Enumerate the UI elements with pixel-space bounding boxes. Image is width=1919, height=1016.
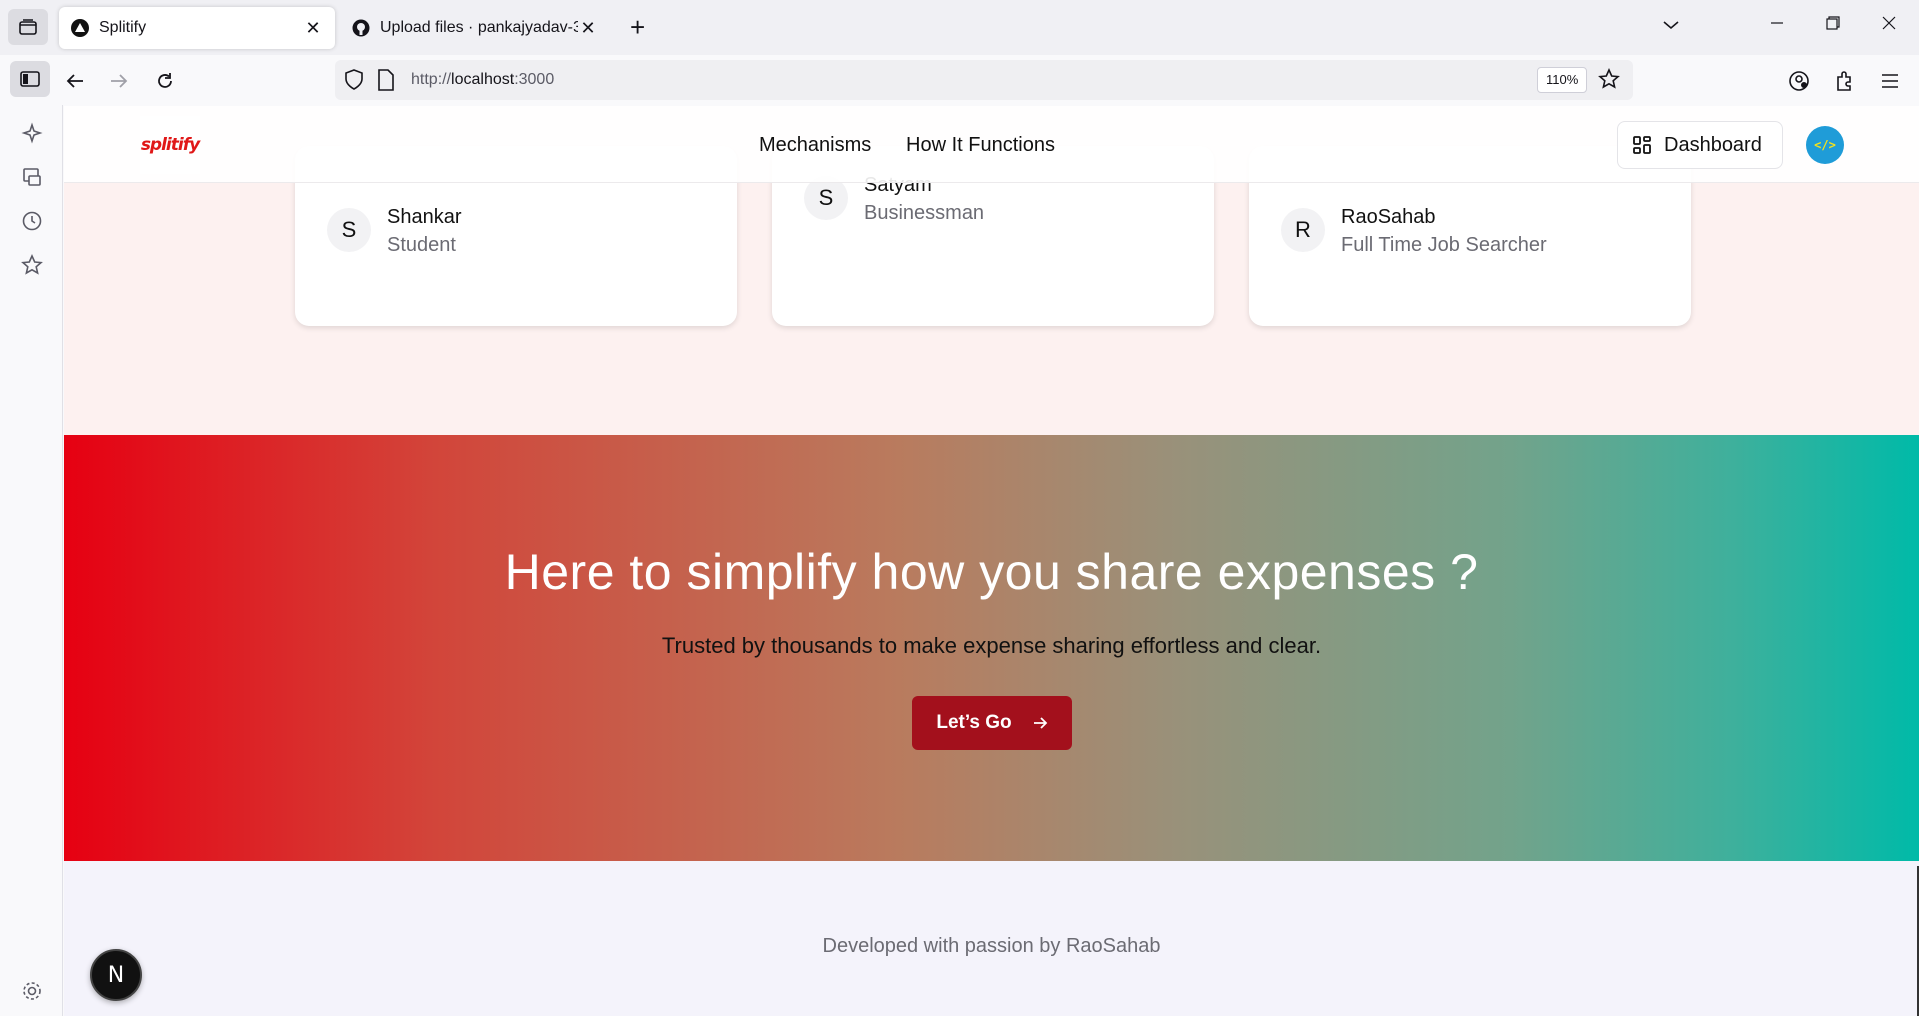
back-arrow-icon[interactable] [63, 69, 87, 93]
hero-title: Here to simplify how you share expenses … [504, 544, 1479, 600]
testimonial-role: Student [387, 234, 456, 256]
arrow-right-icon [1033, 717, 1047, 729]
close-window-icon[interactable] [1882, 14, 1896, 35]
page-icon[interactable] [377, 69, 395, 91]
url-port: :3000 [514, 71, 555, 88]
site-header: splitify Mechanisms How It Functions Das… [64, 106, 1919, 183]
reload-icon[interactable] [153, 69, 177, 93]
history-clock-icon[interactable] [20, 209, 44, 233]
blurred-background-text [1274, 114, 1674, 174]
nav-link-mechanisms[interactable]: Mechanisms [759, 134, 871, 157]
forward-arrow-icon[interactable] [107, 69, 131, 93]
dashboard-label: Dashboard [1664, 133, 1762, 156]
shield-icon[interactable] [343, 68, 365, 92]
close-tab-icon[interactable]: ✕ [303, 18, 323, 39]
logo-text: splitify [140, 135, 200, 155]
tab-bar: Splitify ✕ Upload files · pankajyadav-30… [0, 0, 1919, 55]
hero-subtitle: Trusted by thousands to make expense sha… [661, 633, 1322, 658]
extensions-puzzle-icon[interactable] [1833, 69, 1857, 93]
avatar: S [327, 208, 371, 252]
blurred-background-text [320, 114, 720, 174]
ai-sparkle-icon[interactable] [20, 121, 44, 145]
browser-sidebar [0, 105, 63, 1016]
tab-title: Upload files · pankajyadav-30/Splitify [380, 19, 578, 36]
sidebar-toggle-button[interactable] [10, 61, 50, 97]
splitify-favicon-icon [71, 19, 89, 37]
testimonial-name: RaoSahab [1341, 206, 1436, 228]
user-avatar[interactable]: </> [1806, 126, 1844, 164]
synced-tabs-icon[interactable] [20, 165, 44, 189]
url-text[interactable]: http://localhost:3000 [411, 71, 554, 89]
zoom-level-badge[interactable]: 110% [1537, 67, 1588, 93]
bookmark-star-icon[interactable] [1598, 68, 1620, 90]
testimonial-name: Shankar [387, 206, 462, 228]
web-page: S Shankar Student S Satyam Businessman R… [64, 106, 1919, 1016]
footer-credit: Developed with passion by RaoSahab [822, 935, 1161, 957]
splitify-logo[interactable]: splitify [140, 116, 200, 174]
restore-icon[interactable] [1826, 14, 1840, 35]
url-host: localhost [451, 71, 515, 88]
tab-github-upload[interactable]: Upload files · pankajyadav-30/Splitify ✕ [340, 7, 610, 49]
site-footer: N Developed with passion by RaoSahab [64, 861, 1919, 1016]
lets-go-button[interactable]: Let’s Go [912, 696, 1072, 750]
lets-go-label: Let’s Go [936, 712, 1012, 733]
navigation-toolbar: http://localhost:3000 110% [0, 55, 1919, 105]
cta-hero-section: Here to simplify how you share expenses … [64, 435, 1919, 861]
tab-list-button[interactable] [8, 9, 48, 45]
nav-link-how-it-functions[interactable]: How It Functions [906, 134, 1055, 157]
address-bar[interactable]: http://localhost:3000 110% [335, 60, 1633, 100]
testimonial-role: Full Time Job Searcher [1341, 234, 1547, 256]
account-icon[interactable] [1787, 69, 1811, 93]
tab-title: Splitify [99, 19, 147, 36]
url-prefix: http:// [411, 71, 452, 88]
close-tab-icon[interactable]: ✕ [578, 18, 598, 39]
list-all-tabs-chevron-icon[interactable] [1662, 14, 1680, 35]
dashboard-grid-icon [1633, 136, 1651, 154]
minimize-icon[interactable] [1770, 14, 1784, 35]
new-tab-plus-icon[interactable]: + [630, 12, 645, 43]
sidebar-icon [20, 71, 40, 87]
settings-gear-icon[interactable] [20, 979, 44, 1003]
tab-splitify[interactable]: Splitify ✕ [59, 7, 335, 49]
folder-icon [19, 19, 37, 35]
testimonial-role: Businessman [864, 202, 985, 224]
github-icon [352, 19, 370, 37]
menu-hamburger-icon[interactable] [1878, 69, 1902, 93]
avatar: R [1281, 208, 1325, 252]
dashboard-button[interactable]: Dashboard [1617, 121, 1783, 169]
bookmarks-star-icon[interactable] [20, 253, 44, 277]
